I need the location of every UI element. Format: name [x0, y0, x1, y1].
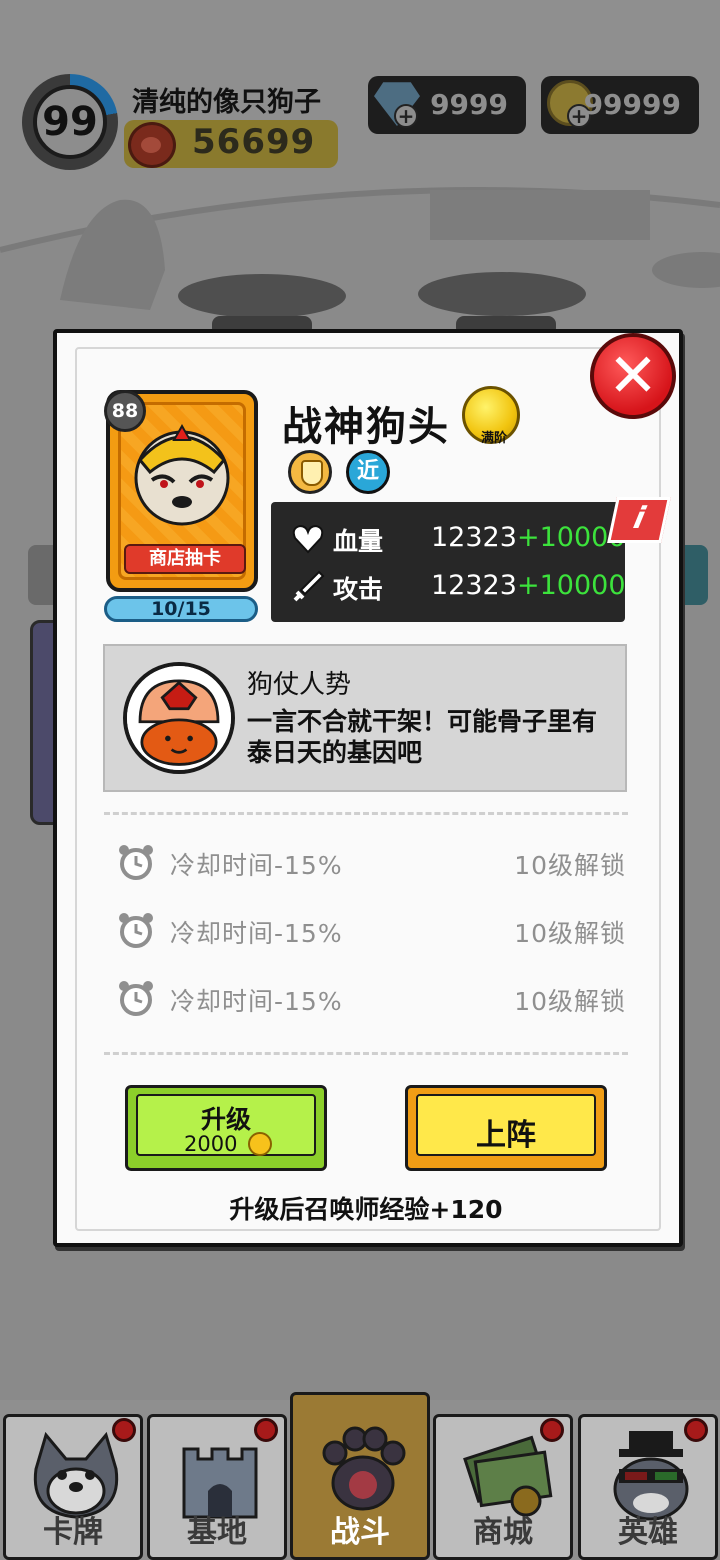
alarm-clock-icon	[119, 981, 153, 1016]
upgrade-label: 升级	[200, 1105, 251, 1134]
notification-dot	[254, 1418, 278, 1442]
perk-unlock-level: 10级解锁	[514, 919, 626, 948]
player-name: 清纯的像只狗子	[132, 87, 321, 118]
notification-dot	[684, 1418, 708, 1442]
perk-row: 冷却时间-15% 10级解锁	[114, 978, 626, 1022]
perk-text: 冷却时间-15%	[170, 919, 343, 948]
bottom-nav: 卡牌 基地 战斗 商城 英雄	[0, 1392, 720, 1560]
sword-icon	[293, 570, 325, 602]
max-rank-star-icon: 满阶	[462, 386, 520, 446]
boxing-glove-icon	[128, 122, 176, 168]
hero-name: 战神狗头	[282, 404, 450, 450]
notification-dot	[112, 1418, 136, 1442]
nav-label: 基地	[187, 1515, 247, 1550]
stat-row-attack: 攻击 12323 +10000	[271, 562, 626, 610]
info-button[interactable]: i	[607, 497, 671, 543]
player-level-ring[interactable]: 99	[22, 74, 118, 170]
coin-value: 99999	[583, 88, 681, 121]
card-source-tag: 商店抽卡	[124, 544, 246, 574]
nav-label: 英雄	[618, 1515, 678, 1550]
power-display: 56699	[124, 120, 338, 168]
gem-counter[interactable]: + 9999	[368, 76, 526, 134]
close-icon: ✕	[607, 341, 659, 411]
upgrade-exp-note: 升级后召唤师经验+120	[229, 1195, 503, 1224]
divider	[104, 1052, 628, 1055]
deploy-button[interactable]: 上阵	[405, 1085, 607, 1171]
perk-row: 冷却时间-15% 10级解锁	[114, 842, 626, 886]
stat-name: 血量	[333, 527, 384, 556]
gem-value: 9999	[430, 88, 508, 121]
stat-bonus-value: +10000	[517, 570, 626, 601]
nav-tab-battle[interactable]: 战斗	[290, 1392, 430, 1560]
perk-unlock-level: 10级解锁	[514, 987, 626, 1016]
close-button[interactable]: ✕	[590, 333, 676, 419]
perk-unlock-level: 10级解锁	[514, 851, 626, 880]
max-rank-label: 满阶	[480, 431, 507, 446]
skill-avatar-icon	[123, 662, 235, 774]
skill-box: 狗仗人势 一言不合就干架！可能骨子里有泰日天的基因吧	[103, 644, 627, 792]
add-gems-icon[interactable]: +	[394, 104, 418, 128]
hero-portrait	[134, 423, 230, 526]
info-icon: i	[630, 501, 649, 536]
nav-label: 卡牌	[43, 1515, 103, 1550]
divider	[104, 812, 628, 815]
perk-text: 冷却时间-15%	[170, 987, 343, 1016]
hero-level-badge: 88	[104, 390, 146, 432]
shield-rank-icon	[288, 450, 332, 494]
coin-icon	[248, 1132, 272, 1156]
stat-row-hp: 血量 12323 +10000	[271, 514, 626, 562]
coin-counter[interactable]: + 99999	[541, 76, 699, 134]
stat-name: 攻击	[333, 575, 384, 604]
player-level: 99	[33, 85, 107, 159]
alarm-clock-icon	[119, 913, 153, 948]
alarm-clock-icon	[119, 845, 153, 880]
stat-base-value: 12323	[431, 522, 517, 553]
notification-dot	[540, 1418, 564, 1442]
skill-description: 一言不合就干架！可能骨子里有泰日天的基因吧	[247, 707, 598, 767]
skill-title: 狗仗人势	[247, 670, 352, 700]
nav-label: 战斗	[330, 1515, 390, 1550]
upgrade-button[interactable]: 升级 2000	[125, 1085, 327, 1171]
stat-base-value: 12323	[431, 570, 517, 601]
heart-icon	[292, 524, 324, 554]
stats-panel: 血量 12323 +10000 攻击 12323 +10000	[271, 502, 626, 622]
perk-row: 冷却时间-15% 10级解锁	[114, 910, 626, 954]
paw-icon	[322, 1426, 406, 1511]
perk-text: 冷却时间-15%	[170, 851, 343, 880]
shard-progress-bar: 10/15	[104, 596, 258, 622]
power-value: 56699	[192, 122, 316, 162]
deploy-label: 上阵	[476, 1118, 536, 1153]
melee-type-badge: 近	[346, 450, 390, 494]
nav-label: 商城	[473, 1515, 533, 1550]
upgrade-cost: 2000	[184, 1132, 238, 1156]
